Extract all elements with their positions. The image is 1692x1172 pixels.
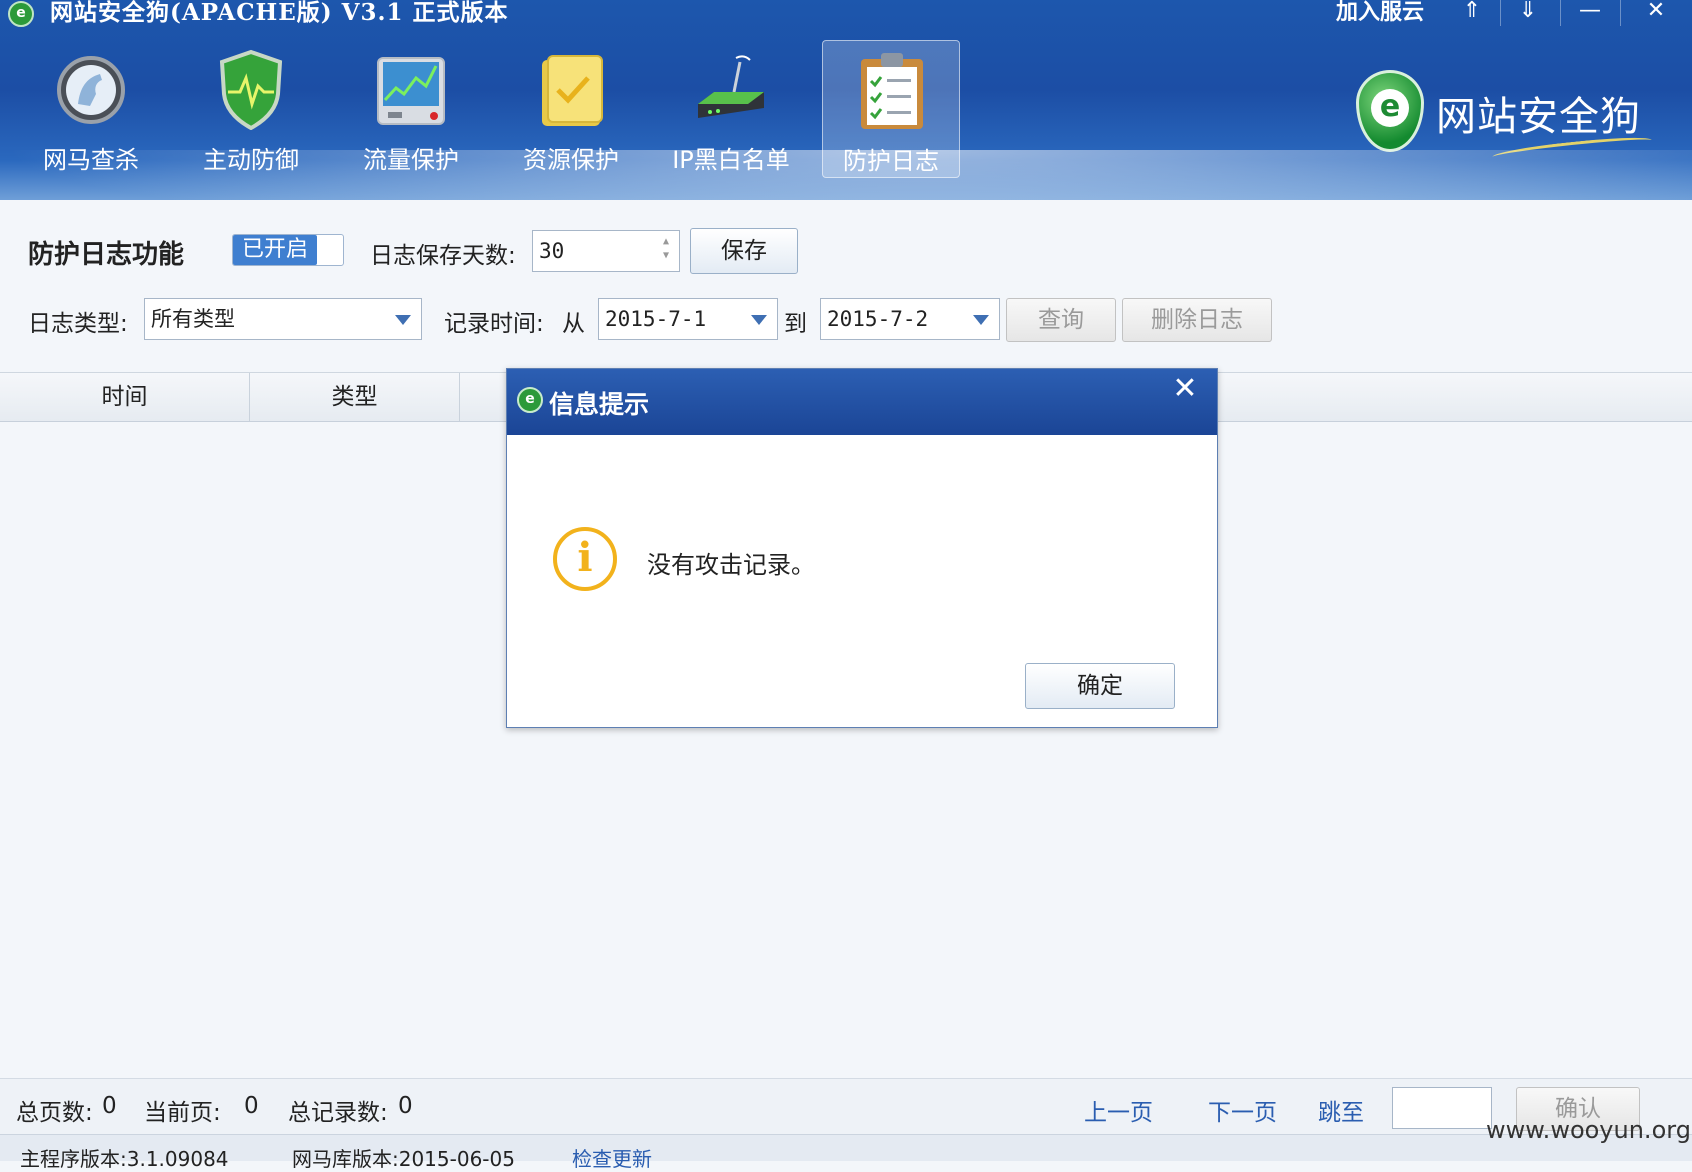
brand-shield-icon: e: [1356, 70, 1424, 152]
jump-page-input[interactable]: [1392, 1087, 1492, 1129]
brand-logo: e 网站安全狗: [1352, 66, 1653, 164]
title-bar: e 网站安全狗(APACHE版) V3.1 正式版本 加入服云 ⇑ ⇓ — ✕: [0, 0, 1692, 27]
chevron-down-icon: [973, 315, 989, 325]
toolbar-item-label: 网马查杀: [43, 146, 139, 174]
pager-bar: 总页数: 0 当前页: 0 总记录数: 0 上一页 下一页 跳至 确认: [0, 1078, 1692, 1137]
minimize-icon[interactable]: —: [1570, 0, 1610, 26]
from-label: 从: [562, 311, 585, 337]
to-date-value: 2015-7-2: [827, 307, 929, 331]
total-records-label: 总记录数:: [288, 1100, 388, 1126]
shield-icon: [219, 49, 283, 130]
app-title: 网站安全狗(APACHE版) V3.1 正式版本: [50, 0, 509, 26]
dialog-title: 信息提示: [549, 390, 650, 419]
retain-days-value: 30: [539, 239, 565, 263]
retain-days-label: 日志保存天数:: [370, 243, 516, 269]
main-version-text: 主程序版本:3.1.09084: [20, 1147, 229, 1171]
divider: [1620, 0, 1621, 26]
query-button[interactable]: 查询: [1006, 298, 1116, 342]
toolbar-item-traffic-protect[interactable]: 流量保护: [342, 40, 480, 178]
log-toggle[interactable]: 已开启: [232, 234, 344, 266]
log-type-value: 所有类型: [151, 307, 235, 331]
toolbar-item-active-defense[interactable]: 主动防御: [182, 40, 320, 178]
info-dialog: e 信息提示 ✕ i 没有攻击记录。 确定: [506, 368, 1218, 728]
traffic-monitor-icon: [377, 57, 445, 125]
toolbar-item-trojan-scan[interactable]: 网马查杀: [22, 40, 160, 178]
app-logo-icon: e: [8, 1, 34, 27]
dialog-title-bar[interactable]: e 信息提示 ✕: [507, 369, 1217, 435]
total-pages-label: 总页数:: [16, 1100, 93, 1126]
pin-icon[interactable]: ⇑: [1452, 0, 1492, 26]
brand-name: 网站安全狗: [1436, 94, 1641, 140]
spinner-icon[interactable]: ▲ ▼: [657, 235, 675, 267]
save-button[interactable]: 保存: [690, 228, 798, 274]
divider: [1500, 0, 1501, 26]
filter-row: 日志类型: 所有类型 记录时间: 从 2015-7-1 到 2015-7-2 查…: [0, 296, 1692, 342]
menu-dropdown-icon[interactable]: ⇓: [1508, 0, 1548, 26]
column-header-time[interactable]: 时间: [0, 373, 250, 421]
toolbar-item-protect-log[interactable]: 防护日志: [822, 40, 960, 178]
router-icon: [698, 55, 764, 118]
column-header-type[interactable]: 类型: [250, 373, 460, 421]
check-update-link[interactable]: 检查更新: [572, 1143, 652, 1172]
toolbar-item-label: IP黑白名单: [672, 146, 790, 174]
total-pages-value: 0: [102, 1093, 117, 1119]
close-icon[interactable]: ✕: [1167, 371, 1203, 407]
toolbar-item-resource-protect[interactable]: 资源保护: [502, 40, 640, 178]
watermark: www.wooyun.org: [1486, 1116, 1691, 1144]
section-title: 防护日志功能: [28, 240, 185, 270]
toolbar-item-label: 主动防御: [203, 146, 299, 174]
close-icon[interactable]: ✕: [1636, 0, 1676, 26]
status-bar: 主程序版本:3.1.09084 网马库版本:2015-06-05 检查更新: [0, 1134, 1692, 1171]
log-type-label: 日志类型:: [28, 311, 128, 337]
toolbar-item-label: 流量保护: [363, 146, 459, 174]
info-icon: i: [553, 527, 617, 591]
to-date-picker[interactable]: 2015-7-2: [820, 298, 1000, 340]
main-toolbar: 网马查杀 主动防御 流量保护 资源保护 IP黑白名单 防护日志: [0, 38, 980, 182]
next-page-link[interactable]: 下一页: [1208, 1093, 1277, 1127]
current-page-value: 0: [244, 1093, 259, 1119]
divider: [1560, 0, 1561, 26]
toolbar-item-label: 防护日志: [843, 147, 939, 175]
virus-db-version-text: 网马库版本:2015-06-05: [292, 1147, 515, 1171]
total-records-value: 0: [398, 1093, 413, 1119]
toolbar-item-label: 资源保护: [523, 146, 619, 174]
log-settings-row: 防护日志功能 已开启 日志保存天数: 30 ▲ ▼ 保存: [0, 226, 1692, 274]
log-type-select[interactable]: 所有类型: [144, 298, 422, 340]
toggle-on-label: 已开启: [233, 235, 317, 265]
from-date-value: 2015-7-1: [605, 307, 707, 331]
ok-button[interactable]: 确定: [1025, 663, 1175, 709]
dialog-message: 没有攻击记录。: [647, 551, 815, 579]
current-page-label: 当前页:: [144, 1100, 221, 1126]
clipboard-icon: [861, 53, 923, 129]
jump-to-link[interactable]: 跳至: [1318, 1093, 1364, 1127]
app-header: e 网站安全狗(APACHE版) V3.1 正式版本 加入服云 ⇑ ⇓ — ✕ …: [0, 0, 1692, 200]
chevron-down-icon: [395, 315, 411, 325]
horse-scan-icon: [57, 56, 125, 124]
toolbar-item-ip-list[interactable]: IP黑白名单: [662, 40, 800, 178]
retain-days-input[interactable]: 30 ▲ ▼: [532, 230, 680, 272]
dialog-logo-icon: e: [517, 387, 543, 413]
to-label: 到: [784, 311, 807, 337]
record-time-label: 记录时间:: [444, 311, 544, 337]
delete-log-button[interactable]: 删除日志: [1122, 298, 1272, 342]
from-date-picker[interactable]: 2015-7-1: [598, 298, 778, 340]
folder-icon: [542, 55, 603, 126]
chevron-down-icon: [751, 315, 767, 325]
prev-page-link[interactable]: 上一页: [1084, 1093, 1153, 1127]
join-cloud-link[interactable]: 加入服云: [1336, 0, 1424, 26]
